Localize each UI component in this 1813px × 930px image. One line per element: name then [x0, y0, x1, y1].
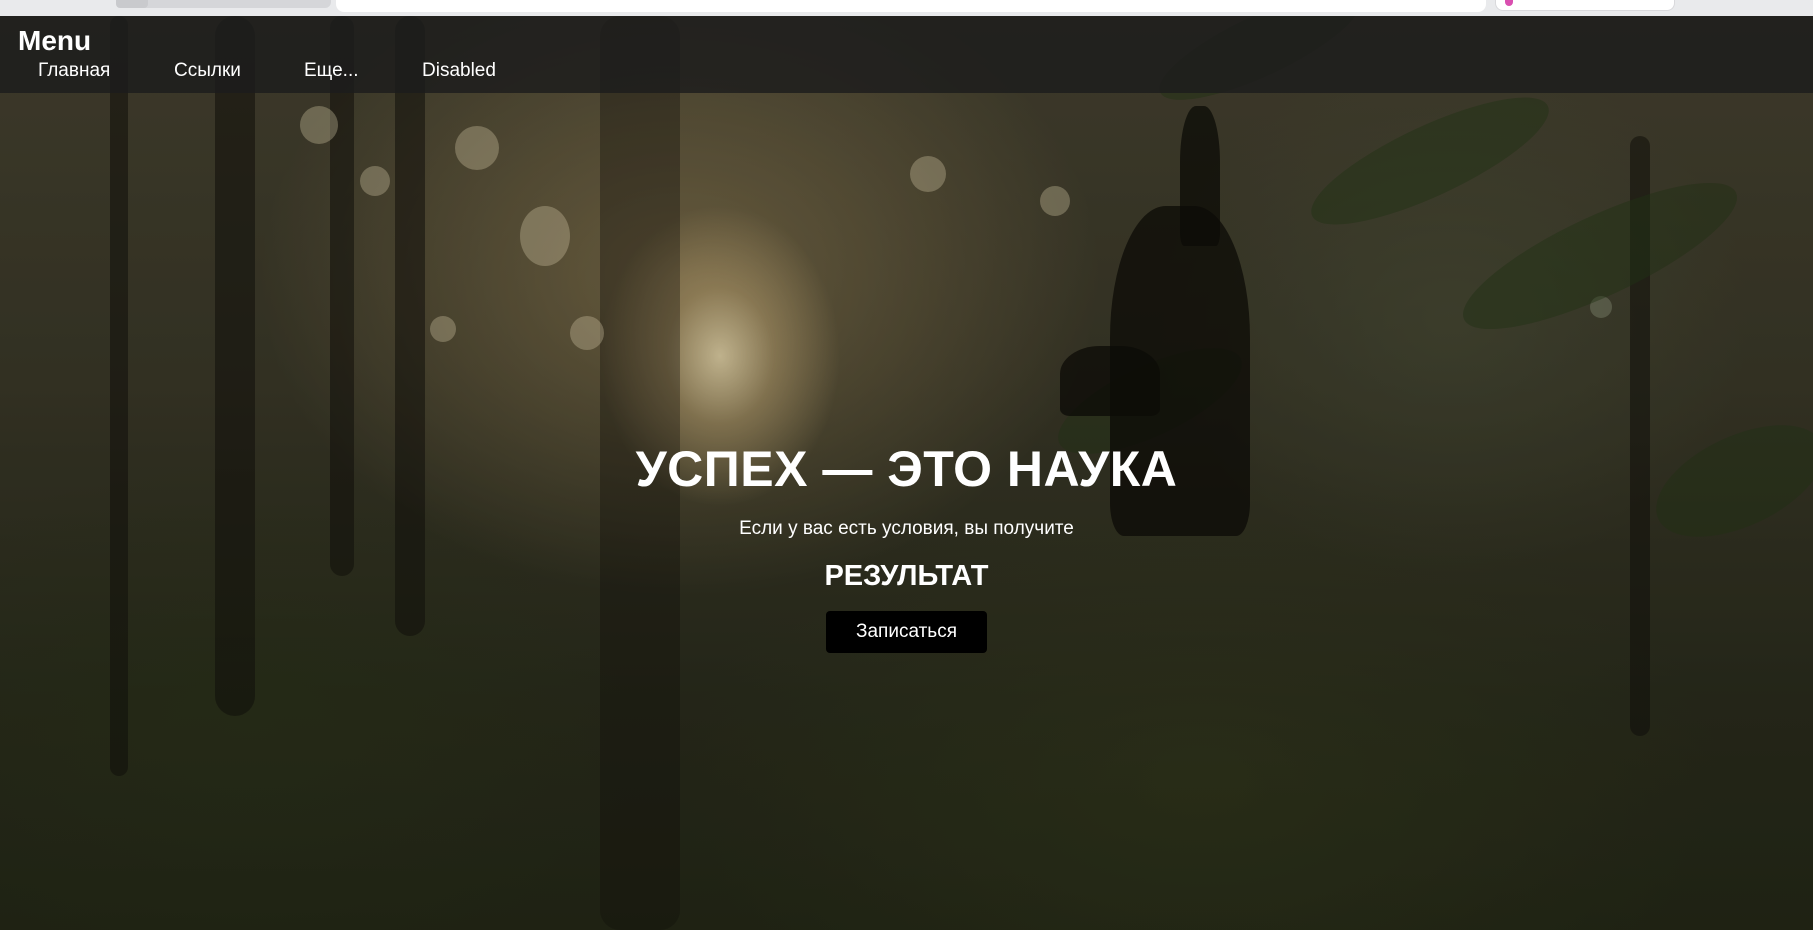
top-navbar: Menu Главная Ссылки Еще... Disabled: [0, 16, 1813, 93]
navbar-brand[interactable]: Menu: [18, 25, 91, 57]
hero-content: УСПЕХ — ЭТО НАУКА Если у вас есть услови…: [0, 440, 1813, 653]
signup-button[interactable]: Записаться: [826, 611, 987, 653]
nav-link-links[interactable]: Ссылки: [174, 60, 241, 82]
browser-extension-area[interactable]: [1495, 0, 1675, 11]
browser-chrome-strip: [0, 0, 1813, 16]
hero-headline: УСПЕХ — ЭТО НАУКА: [635, 441, 1178, 497]
address-bar[interactable]: [336, 0, 1486, 12]
browser-tab[interactable]: [116, 0, 331, 8]
hero-result-text: РЕЗУЛЬТАТ: [824, 560, 989, 592]
nav-link-more[interactable]: Еще...: [304, 60, 359, 82]
nav-link-home[interactable]: Главная: [38, 60, 110, 82]
hero-subtitle: Если у вас есть условия, вы получите: [739, 518, 1074, 539]
nav-link-disabled: Disabled: [422, 60, 496, 81]
browser-tab-icon: [116, 0, 148, 8]
